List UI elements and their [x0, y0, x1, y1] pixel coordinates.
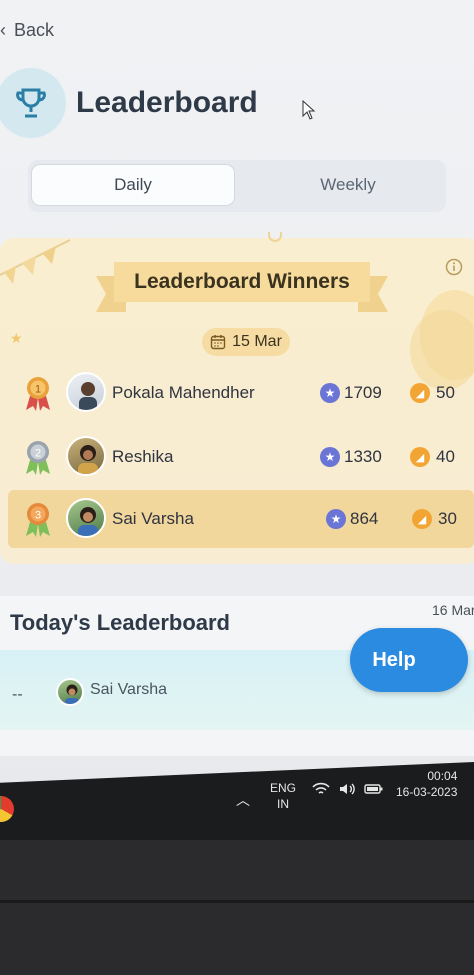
lang-code: ENG — [270, 781, 297, 795]
bronze-medal-icon: 3 — [26, 503, 50, 537]
silver-medal-icon: 2 — [26, 441, 50, 475]
bezel-edge — [0, 900, 474, 903]
language-indicator[interactable]: ENG IN — [270, 780, 296, 812]
battery-icon[interactable] — [364, 782, 384, 796]
coins-value: ◢ 30 — [412, 509, 457, 529]
coins-number: 50 — [436, 383, 455, 402]
winner-row[interactable]: 2 Reshika ★ 1330 ◢ 40 — [8, 428, 474, 486]
winner-name: Sai Varsha — [112, 509, 194, 528]
coins-value: ◢ 40 — [410, 447, 455, 467]
winners-date: 15 Mar — [232, 333, 282, 350]
coin-icon: ◢ — [410, 383, 430, 403]
gold-medal-icon: 1 — [26, 377, 50, 411]
bunting-decoration — [0, 239, 71, 284]
winners-date-badge: 15 Mar — [202, 328, 290, 356]
svg-text:1: 1 — [35, 384, 41, 396]
avatar — [66, 372, 106, 412]
winner-name: Pokala Mahendher — [112, 383, 255, 402]
system-clock[interactable]: 00:04 16-03-2023 — [396, 768, 457, 800]
lang-region: IN — [277, 797, 289, 811]
star-points-icon: ★ — [326, 509, 346, 529]
tab-bar: Daily Weekly — [28, 160, 446, 212]
app-screen: ‹ Back Leaderboard Daily Weekly ★ Leader… — [0, 0, 474, 790]
points-number: 1709 — [344, 383, 382, 402]
todays-leaderboard-title: Today's Leaderboard — [10, 610, 230, 635]
points-number: 1330 — [344, 447, 382, 466]
todays-leaderboard-date: 16 Mar — [432, 602, 474, 618]
star-points-icon: ★ — [320, 447, 340, 467]
winner-name: Reshika — [112, 447, 174, 466]
winners-title: Leaderboard Winners — [134, 270, 350, 293]
coins-value: ◢ 50 — [410, 383, 455, 403]
star-decoration: ★ — [10, 330, 23, 346]
star-points-icon: ★ — [320, 383, 340, 403]
points-value: ★ 1330 — [320, 447, 382, 467]
avatar — [66, 436, 106, 476]
wifi-icon[interactable] — [312, 782, 330, 796]
help-label: Help — [372, 648, 416, 671]
tab-weekly[interactable]: Weekly — [256, 164, 440, 206]
avatar — [56, 678, 84, 706]
coins-number: 40 — [436, 447, 455, 466]
mouse-cursor-icon — [302, 100, 316, 120]
clock-date: 16-03-2023 — [396, 785, 458, 799]
coins-number: 30 — [438, 509, 457, 528]
help-button[interactable]: Help — [350, 628, 468, 692]
winner-row-current-user[interactable]: 3 Sai Varsha ★ 864 ◢ 30 — [8, 490, 474, 548]
system-tray-icons — [312, 782, 384, 796]
avatar — [66, 498, 106, 538]
today-user-name: Sai Varsha — [90, 681, 168, 698]
calendar-icon — [210, 335, 226, 350]
points-number: 864 — [350, 509, 379, 528]
chevron-up-icon[interactable]: ︿ — [236, 790, 250, 810]
points-value: ★ 864 — [326, 509, 378, 529]
page-title: Leaderboard — [76, 86, 258, 119]
points-value: ★ 1709 — [320, 383, 382, 403]
winner-row[interactable]: 1 Pokala Mahendher ★ 1709 ◢ 50 — [8, 364, 474, 422]
coin-icon: ◢ — [410, 447, 430, 467]
svg-text:3: 3 — [35, 510, 41, 522]
monitor-bezel — [0, 840, 474, 975]
volume-icon[interactable] — [338, 782, 356, 796]
svg-text:2: 2 — [35, 448, 41, 460]
rank-placeholder: -- — [12, 686, 23, 703]
coin-icon: ◢ — [412, 509, 432, 529]
clock-time: 00:04 — [427, 769, 458, 783]
info-icon[interactable] — [445, 258, 463, 276]
